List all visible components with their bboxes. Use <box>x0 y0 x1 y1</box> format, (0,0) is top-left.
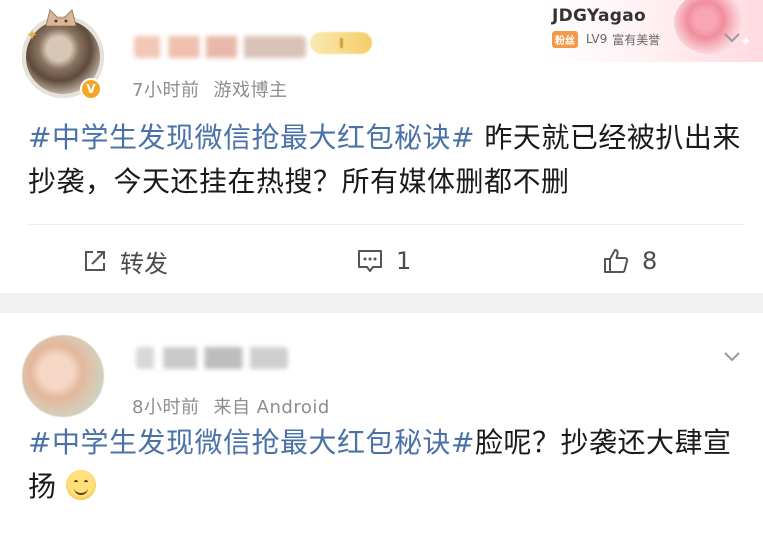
divider <box>28 224 743 225</box>
like-count: 8 <box>642 247 658 275</box>
avatar-frame-cat-ears-icon <box>45 9 77 26</box>
recommend-user-name: JDGYagao <box>552 6 646 26</box>
post-content: #中学生发现微信抢最大红包秘诀# 昨天就已经被扒出来抄袭，今天还挂在热搜？所有媒… <box>28 116 743 204</box>
post-card-2: 8小时前 来自 Android #中学生发现微信抢最大红包秘诀#脸呢？抄袭还大肆宣… <box>0 313 763 533</box>
like-button[interactable]: 8 <box>602 236 657 286</box>
comment-icon <box>358 250 382 272</box>
username-blurred[interactable] <box>136 347 288 369</box>
topic-link[interactable]: #中学生发现微信抢最大红包秘诀# <box>28 426 475 459</box>
post-time: 8小时前 <box>132 397 200 418</box>
avatar[interactable] <box>22 335 104 417</box>
chevron-down-icon[interactable] <box>723 28 741 46</box>
username-blurred[interactable] <box>134 36 306 58</box>
level-text: 富有美誉 <box>612 32 661 47</box>
chevron-down-icon[interactable] <box>723 347 741 365</box>
member-badge-icon <box>310 32 372 54</box>
topic-link[interactable]: #中学生发现微信抢最大红包秘诀# <box>28 121 475 154</box>
post-actions: 转发 1 8 <box>0 236 763 286</box>
smile-emoji-icon <box>65 470 96 500</box>
level-tag: LV9 <box>586 32 608 46</box>
repost-button[interactable]: 转发 <box>82 236 168 286</box>
sparkle-icon: ✦ <box>740 34 752 50</box>
post-meta: 7小时前 游戏博主 <box>132 76 287 102</box>
repost-label: 转发 <box>120 249 168 278</box>
verified-v-icon: V <box>80 78 102 100</box>
comment-count: 1 <box>396 247 412 275</box>
post-time: 7小时前 <box>132 80 200 101</box>
post-source: 来自 Android <box>213 397 330 418</box>
thumb-up-icon <box>604 249 629 273</box>
post-card-1: ✦ V 7小时前 游戏博主 JDGYagao 粉丝 LV9 富有美誉 ✦ #中学生发现… <box>0 0 763 293</box>
repost-icon <box>85 251 105 271</box>
star-icon: ✦ <box>25 26 39 44</box>
post-source: 游戏博主 <box>213 80 288 101</box>
recommend-user-level: 粉丝 LV9 富有美誉 <box>552 30 660 48</box>
comment-button[interactable]: 1 <box>356 236 411 286</box>
post-separator <box>0 293 763 313</box>
fan-tag: 粉丝 <box>552 30 578 48</box>
post-meta: 8小时前 来自 Android <box>132 393 330 419</box>
post-content: #中学生发现微信抢最大红包秘诀#脸呢？抄袭还大肆宣扬 <box>28 421 743 509</box>
